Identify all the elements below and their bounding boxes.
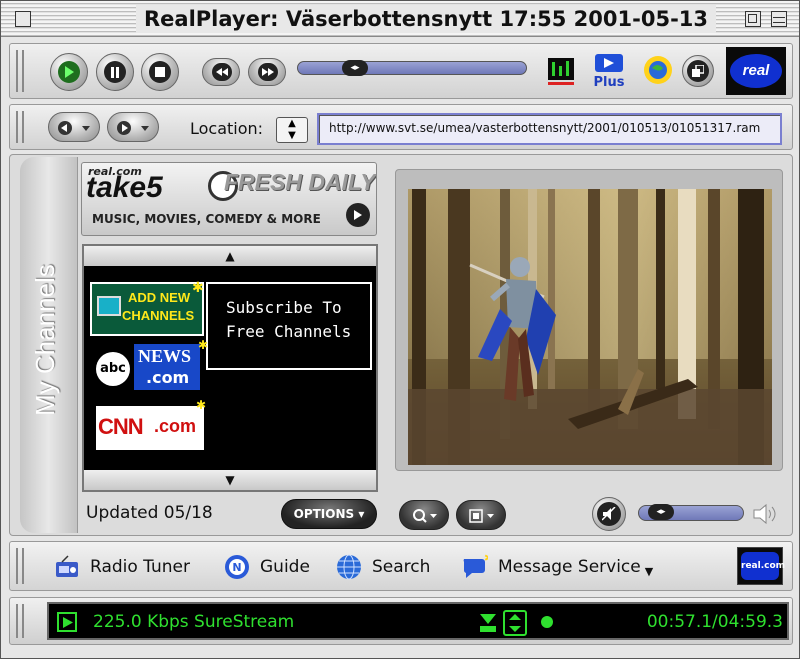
position-slider-thumb[interactable]: ◂▸ — [342, 60, 368, 76]
close-box[interactable] — [15, 11, 31, 27]
abc-news-channel[interactable]: abc NEWS .com ✱ — [94, 338, 208, 394]
window-mode-icon — [687, 60, 709, 82]
updated-label: Updated 05/18 — [86, 503, 213, 523]
sparkle-icon: ✱ — [198, 338, 209, 352]
transport-bar: ◂▸ Plus real — [9, 43, 793, 99]
location-bar: Location: ▲ ▼ http://www.svt.se/umea/vast… — [9, 104, 793, 150]
real-com-badge[interactable]: real.com — [737, 547, 785, 585]
bar-grip[interactable] — [16, 548, 24, 584]
zoom-menu-button[interactable] — [399, 500, 449, 530]
title-bar[interactable]: RealPlayer: Väserbottensnytt 17:55 2001-… — [1, 1, 799, 37]
message-service-button[interactable]: ✱ Message Service ▼ — [462, 553, 654, 580]
connection-dot-icon — [541, 616, 553, 628]
fast-forward-button[interactable] — [248, 58, 286, 86]
play-button[interactable] — [50, 53, 88, 91]
bar-grip[interactable] — [16, 604, 24, 638]
add-new-channels-button[interactable]: ADD NEW CHANNELS ✱ — [90, 280, 204, 336]
svg-text:N: N — [232, 561, 241, 574]
volume-slider[interactable]: ◂▸ — [638, 504, 744, 521]
take5-go-icon[interactable] — [346, 203, 370, 227]
take5-banner[interactable]: real.com take5 FRESH DAILY! MUSIC, MOVIE… — [81, 162, 377, 236]
pause-button[interactable] — [96, 53, 134, 91]
sparkle-icon: ✱ — [196, 398, 207, 412]
guide-button[interactable]: N Guide — [224, 554, 310, 580]
abc-news-box: NEWS .com — [134, 344, 200, 390]
main-panel: My Channels real.com take5 FRESH DAILY! … — [9, 154, 793, 536]
status-play-icon — [57, 612, 77, 632]
equalizer-icon[interactable] — [546, 56, 576, 86]
play-icon — [58, 61, 80, 83]
position-slider[interactable]: ◂▸ — [297, 60, 527, 76]
rewind-button[interactable] — [202, 58, 240, 86]
status-bar: 225.0 Kbps SureStream 00:57.1/04:59.3 — [9, 597, 793, 645]
take5-headline: FRESH DAILY! — [224, 169, 377, 195]
window-title: RealPlayer: Väserbottensnytt 17:55 2001-… — [136, 5, 717, 33]
signal-icon — [503, 610, 527, 636]
forward-button[interactable] — [107, 112, 159, 142]
real-plus-icon[interactable]: Plus — [592, 52, 626, 90]
time-counter: 00:57.1/04:59.3 — [646, 612, 783, 632]
dropdown-arrow-icon: ▼ — [644, 564, 654, 578]
speaker-icon — [752, 503, 780, 525]
my-channels-tab[interactable]: My Channels — [20, 157, 78, 533]
pause-icon — [104, 61, 126, 83]
bar-grip[interactable] — [16, 111, 24, 143]
video-display[interactable] — [408, 189, 772, 465]
location-input[interactable]: http://www.svt.se/umea/vasterbottensnytt… — [317, 113, 782, 145]
zoom-box[interactable] — [745, 11, 761, 27]
subscribe-callout: Subscribe To Free Channels — [206, 282, 372, 370]
svg-text:Plus: Plus — [594, 75, 625, 90]
svg-text:✱: ✱ — [484, 553, 488, 565]
sparkle-icon: ✱ — [192, 280, 204, 296]
scroll-down-arrow[interactable]: ▼ — [84, 470, 376, 490]
download-indicator-icon — [477, 610, 499, 634]
stop-icon — [149, 61, 171, 83]
message-bubble-icon: ✱ — [462, 553, 488, 580]
location-label: Location: — [190, 119, 264, 138]
take5-tagline: MUSIC, MOVIES, COMEDY & MORE — [92, 212, 321, 226]
volume-slider-thumb[interactable]: ◂▸ — [648, 504, 674, 520]
fast-forward-icon — [258, 63, 278, 81]
my-channels-label: My Channels — [30, 264, 60, 416]
stop-button[interactable] — [141, 53, 179, 91]
monitor-icon — [97, 296, 121, 316]
realplayer-window: RealPlayer: Väserbottensnytt 17:55 2001-… — [0, 0, 800, 659]
stream-info: 225.0 Kbps SureStream — [93, 612, 295, 632]
compact-view-button[interactable] — [682, 55, 714, 87]
real-logo[interactable]: real — [726, 47, 786, 95]
location-history-stepper[interactable]: ▲ ▼ — [276, 117, 308, 143]
search-button[interactable]: Search — [336, 554, 430, 580]
services-bar: Radio Tuner N Guide Search ✱ Message Ser… — [9, 541, 793, 591]
video-frame-image — [408, 189, 772, 465]
radio-tuner-button[interactable]: Radio Tuner — [54, 554, 190, 580]
view-menu-button[interactable] — [456, 500, 506, 530]
video-frame — [395, 169, 783, 471]
location-url: http://www.svt.se/umea/vasterbottensnytt… — [329, 121, 761, 135]
compass-icon: N — [224, 554, 250, 580]
back-button[interactable] — [48, 112, 100, 142]
globe-icon — [336, 554, 362, 580]
cnn-channel[interactable]: CNN .com ✱ — [96, 398, 206, 450]
status-display: 225.0 Kbps SureStream 00:57.1/04:59.3 — [47, 602, 789, 640]
sun-globe-icon[interactable] — [642, 54, 674, 86]
take5-title: take5 — [86, 171, 163, 204]
mute-button[interactable] — [592, 497, 626, 531]
radio-icon — [54, 554, 80, 580]
channel-list: ▲ ADD NEW CHANNELS ✱ Subscribe To Free C… — [82, 244, 378, 492]
scroll-up-arrow[interactable]: ▲ — [84, 246, 376, 266]
windowshade-box[interactable] — [771, 11, 787, 27]
rewind-icon — [212, 63, 232, 81]
mute-icon — [597, 502, 621, 526]
options-button[interactable]: OPTIONS ▾ — [281, 499, 377, 529]
bar-grip[interactable] — [16, 50, 24, 92]
